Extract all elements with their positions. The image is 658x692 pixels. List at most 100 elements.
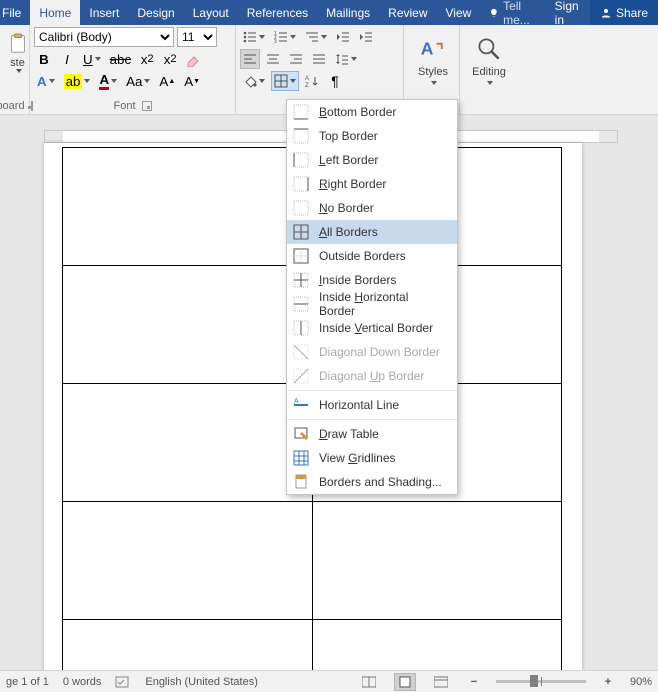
- paint-bucket-icon: [243, 74, 257, 88]
- border-menu-label: Outside Borders: [319, 249, 406, 263]
- bold-button[interactable]: B: [34, 49, 54, 69]
- status-bar: ge 1 of 1 0 words English (United States…: [0, 670, 658, 692]
- clipboard-dialog-launcher[interactable]: [31, 101, 33, 111]
- border-menu-all[interactable]: All Borders: [287, 220, 457, 244]
- justify-button[interactable]: [309, 49, 329, 69]
- share-button[interactable]: Share: [590, 0, 658, 25]
- numbering-button[interactable]: 123: [271, 27, 299, 47]
- shading-button[interactable]: [240, 71, 268, 91]
- highlight-button[interactable]: ab: [61, 71, 94, 91]
- svg-text:A: A: [421, 38, 434, 58]
- print-layout-icon: [398, 676, 412, 688]
- underline-button[interactable]: U: [80, 49, 104, 69]
- print-layout-button[interactable]: [394, 673, 416, 691]
- border-menu-outside[interactable]: Outside Borders: [287, 244, 457, 268]
- web-layout-icon: [434, 676, 448, 688]
- group-editing: Editing: [460, 25, 516, 114]
- border-bottom-icon: [293, 104, 309, 120]
- read-mode-button[interactable]: [358, 673, 380, 691]
- zoom-level[interactable]: 90%: [630, 676, 652, 688]
- tab-insert[interactable]: Insert: [80, 0, 128, 25]
- word-count-status[interactable]: 0 words: [63, 676, 102, 688]
- border-menu-inside_h[interactable]: Inside Horizontal Border: [287, 292, 457, 316]
- multilevel-button[interactable]: [302, 27, 330, 47]
- font-dialog-launcher[interactable]: [142, 101, 152, 111]
- increase-indent-button[interactable]: [356, 27, 376, 47]
- border-all-icon: [293, 224, 309, 240]
- spellcheck-icon[interactable]: [115, 675, 131, 689]
- font-size-select[interactable]: 11: [177, 27, 217, 47]
- find-icon: [475, 35, 503, 63]
- subscript-button[interactable]: x2: [137, 49, 157, 69]
- tab-view[interactable]: View: [437, 0, 481, 25]
- eraser-icon: [186, 51, 202, 67]
- tab-home[interactable]: Home: [30, 0, 80, 25]
- border-outside-icon: [293, 248, 309, 264]
- border-menu-label: Bottom Border: [319, 105, 396, 119]
- border-menu-right[interactable]: Right Border: [287, 172, 457, 196]
- sort-button[interactable]: AZ: [302, 71, 322, 91]
- border-menu-top[interactable]: Top Border: [287, 124, 457, 148]
- tell-me-label: Tell me...: [503, 0, 537, 27]
- tab-layout[interactable]: Layout: [184, 0, 238, 25]
- border-inside_h-icon: [293, 296, 309, 312]
- tab-mailings[interactable]: Mailings: [317, 0, 379, 25]
- ribbon-tabs: File Home Insert Design Layout Reference…: [0, 0, 658, 25]
- border-left-icon: [293, 152, 309, 168]
- clear-formatting-button[interactable]: [183, 49, 205, 69]
- align-right-button[interactable]: [286, 49, 306, 69]
- read-mode-icon: [362, 676, 376, 688]
- svg-text:Z: Z: [305, 83, 309, 88]
- web-layout-button[interactable]: [430, 673, 452, 691]
- paste-icon: [7, 31, 29, 57]
- zoom-slider[interactable]: [496, 680, 586, 683]
- svg-text:3: 3: [274, 39, 277, 44]
- border-menu-label: Top Border: [319, 129, 378, 143]
- group-clipboard-label: board: [0, 100, 25, 112]
- strikethrough-button[interactable]: abc: [107, 49, 135, 69]
- show-marks-button[interactable]: ¶: [325, 71, 345, 91]
- border-menu-label: Diagonal Down Border: [319, 345, 440, 359]
- superscript-button[interactable]: x2: [160, 49, 180, 69]
- bullets-button[interactable]: [240, 27, 268, 47]
- text-effects-button[interactable]: A: [34, 71, 58, 91]
- line-spacing-button[interactable]: [332, 49, 360, 69]
- tab-review[interactable]: Review: [379, 0, 436, 25]
- border-menu-hline[interactable]: A Horizontal Line: [287, 393, 457, 417]
- styles-icon: A: [419, 35, 447, 63]
- borders-button[interactable]: [271, 71, 299, 91]
- align-left-button[interactable]: [240, 49, 260, 69]
- border-menu-label: No Border: [319, 201, 374, 215]
- decrease-indent-button[interactable]: [333, 27, 353, 47]
- signin-link[interactable]: Sign in: [546, 0, 590, 25]
- page-number-status[interactable]: ge 1 of 1: [6, 676, 49, 688]
- font-name-select[interactable]: Calibri (Body): [34, 27, 174, 47]
- border-menu-label: All Borders: [319, 225, 378, 239]
- font-color-button[interactable]: A: [96, 71, 120, 91]
- styles-button[interactable]: A Styles: [408, 27, 458, 93]
- border-draw-icon: [293, 426, 309, 442]
- change-case-button[interactable]: Aa: [123, 71, 153, 91]
- border-menu-left[interactable]: Left Border: [287, 148, 457, 172]
- sort-icon: AZ: [305, 74, 319, 88]
- zoom-in-button[interactable]: +: [600, 676, 616, 688]
- border-menu-none[interactable]: No Border: [287, 196, 457, 220]
- border-menu-gridlines[interactable]: View Gridlines: [287, 446, 457, 470]
- border-menu-draw[interactable]: Draw Table: [287, 422, 457, 446]
- border-menu-inside_v[interactable]: Inside Vertical Border: [287, 316, 457, 340]
- align-center-button[interactable]: [263, 49, 283, 69]
- border-menu-inside[interactable]: Inside Borders: [287, 268, 457, 292]
- border-menu-bottom[interactable]: Bottom Border: [287, 100, 457, 124]
- tab-design[interactable]: Design: [128, 0, 183, 25]
- grow-font-button[interactable]: A▲: [156, 71, 178, 91]
- border-shading-icon: [293, 474, 309, 490]
- shrink-font-button[interactable]: A▼: [181, 71, 203, 91]
- editing-button[interactable]: Editing: [464, 27, 514, 93]
- tell-me[interactable]: Tell me...: [480, 0, 545, 25]
- tab-file[interactable]: File: [0, 0, 30, 25]
- language-status[interactable]: English (United States): [145, 676, 258, 688]
- border-menu-shading[interactable]: Borders and Shading...: [287, 470, 457, 494]
- tab-references[interactable]: References: [238, 0, 317, 25]
- italic-button[interactable]: I: [57, 49, 77, 69]
- zoom-out-button[interactable]: −: [466, 676, 482, 688]
